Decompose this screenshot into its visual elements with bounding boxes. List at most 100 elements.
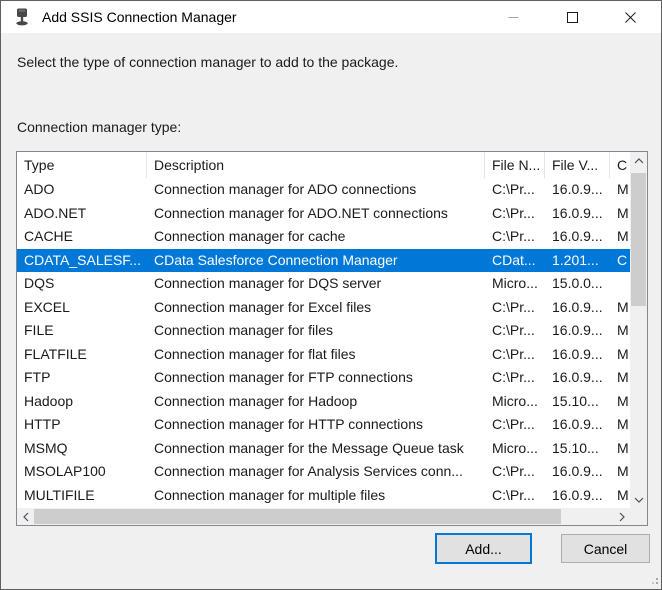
minimize-icon (508, 12, 519, 23)
cell-type: EXCEL (17, 296, 147, 320)
connection-manager-icon (14, 8, 30, 26)
table-row[interactable]: HTTPConnection manager for HTTP connecti… (17, 413, 630, 437)
cell-file_name: Micro... (485, 390, 545, 414)
cell-file_version: 16.0.9... (545, 178, 610, 202)
cell-file_version: 16.0.9... (545, 343, 610, 367)
scroll-down-button[interactable] (630, 491, 647, 508)
vertical-scroll-thumb[interactable] (631, 173, 646, 306)
cell-creator: M (610, 413, 630, 437)
add-button[interactable]: Add... (435, 533, 532, 564)
cell-description: Connection manager for multiple files (147, 484, 485, 508)
cell-type: MULTIFILE (17, 484, 147, 508)
table-row[interactable]: ADO.NETConnection manager for ADO.NET co… (17, 202, 630, 226)
cell-file_name: C:\Pr... (485, 484, 545, 508)
cell-file_version: 16.0.9... (545, 202, 610, 226)
table-row[interactable]: CACHEConnection manager for cacheC:\Pr..… (17, 225, 630, 249)
cell-description: Connection manager for cache (147, 225, 485, 249)
cell-file_version: 1.201... (545, 249, 610, 273)
scroll-right-button[interactable] (613, 508, 630, 525)
cell-file_version: 16.0.9... (545, 460, 610, 484)
cell-type: ADO.NET (17, 202, 147, 226)
cell-file_name: Micro... (485, 437, 545, 461)
cell-description: CData Salesforce Connection Manager (147, 249, 485, 273)
cell-file_version: 15.10... (545, 390, 610, 414)
vertical-scrollbar[interactable] (630, 152, 647, 508)
instruction-text: Select the type of connection manager to… (17, 54, 398, 70)
table-row[interactable]: CDATA_SALESF...CData Salesforce Connecti… (17, 249, 630, 273)
cell-file_version: 15.10... (545, 437, 610, 461)
list-label: Connection manager type: (17, 119, 181, 135)
table-row[interactable]: MSOLAP100Connection manager for Analysis… (17, 460, 630, 484)
cell-creator: M (610, 460, 630, 484)
minimize-button[interactable] (490, 1, 536, 33)
table-rows: ADOConnection manager for ADO connection… (17, 178, 630, 508)
table-row[interactable]: MULTIFILEConnection manager for multiple… (17, 484, 630, 508)
cell-file_name: C:\Pr... (485, 225, 545, 249)
cell-creator: M (610, 366, 630, 390)
cell-creator: M (610, 343, 630, 367)
cell-file_name: Micro... (485, 272, 545, 296)
cell-file_name: C:\Pr... (485, 178, 545, 202)
cell-creator: M (610, 484, 630, 508)
cell-creator (610, 272, 630, 296)
cell-description: Connection manager for ADO.NET connectio… (147, 202, 485, 226)
scrollbar-corner (630, 508, 647, 525)
table-row[interactable]: DQSConnection manager for DQS serverMicr… (17, 272, 630, 296)
cell-type: DQS (17, 272, 147, 296)
column-header-file-version[interactable]: File V... (545, 152, 610, 178)
table-row[interactable]: EXCELConnection manager for Excel filesC… (17, 296, 630, 320)
maximize-icon (567, 12, 578, 23)
cell-creator: M (610, 437, 630, 461)
cell-type: HTTP (17, 413, 147, 437)
cell-description: Connection manager for Analysis Services… (147, 460, 485, 484)
chevron-left-icon (23, 512, 29, 522)
table-row[interactable]: MSMQConnection manager for the Message Q… (17, 437, 630, 461)
cell-description: Connection manager for Excel files (147, 296, 485, 320)
cell-description: Connection manager for FTP connections (147, 366, 485, 390)
column-header-description[interactable]: Description (147, 152, 485, 178)
cell-type: MSOLAP100 (17, 460, 147, 484)
cell-type: FLATFILE (17, 343, 147, 367)
table-row[interactable]: FILEConnection manager for filesC:\Pr...… (17, 319, 630, 343)
cancel-button[interactable]: Cancel (561, 534, 650, 563)
cell-creator: M (610, 225, 630, 249)
cell-file_name: C:\Pr... (485, 296, 545, 320)
cell-description: Connection manager for HTTP connections (147, 413, 485, 437)
resize-grip[interactable] (649, 577, 659, 587)
close-icon (625, 12, 636, 23)
cell-file_name: CDat... (485, 249, 545, 273)
table-row[interactable]: ADOConnection manager for ADO connection… (17, 178, 630, 202)
add-ssis-connection-manager-dialog: Add SSIS Connection Manager Select the t… (0, 0, 662, 590)
cell-description: Connection manager for the Message Queue… (147, 437, 485, 461)
cell-creator: M (610, 390, 630, 414)
cell-file_version: 15.0.0... (545, 272, 610, 296)
cell-file_name: C:\Pr... (485, 202, 545, 226)
cell-file_name: C:\Pr... (485, 319, 545, 343)
cell-file_version: 16.0.9... (545, 413, 610, 437)
list-header: Type Description File N... File V... C (17, 152, 630, 178)
cell-file_name: C:\Pr... (485, 460, 545, 484)
maximize-button[interactable] (549, 1, 595, 33)
cell-description: Connection manager for ADO connections (147, 178, 485, 202)
cell-type: CACHE (17, 225, 147, 249)
table-row[interactable]: HadoopConnection manager for HadoopMicro… (17, 390, 630, 414)
cell-type: CDATA_SALESF... (17, 249, 147, 273)
close-button[interactable] (607, 1, 653, 33)
cell-description: Connection manager for files (147, 319, 485, 343)
column-header-file-name[interactable]: File N... (485, 152, 545, 178)
scroll-left-button[interactable] (17, 508, 34, 525)
column-header-creator[interactable]: C (610, 152, 630, 178)
horizontal-scrollbar[interactable] (17, 508, 630, 525)
cell-type: Hadoop (17, 390, 147, 414)
scroll-up-button[interactable] (630, 152, 647, 169)
horizontal-scroll-thumb[interactable] (34, 509, 561, 524)
column-header-type[interactable]: Type (17, 152, 147, 178)
cell-type: ADO (17, 178, 147, 202)
cell-file_name: C:\Pr... (485, 366, 545, 390)
title-bar[interactable]: Add SSIS Connection Manager (1, 1, 661, 33)
cell-creator: M (610, 202, 630, 226)
cell-file_version: 16.0.9... (545, 366, 610, 390)
cell-file_name: C:\Pr... (485, 413, 545, 437)
table-row[interactable]: FTPConnection manager for FTP connection… (17, 366, 630, 390)
table-row[interactable]: FLATFILEConnection manager for flat file… (17, 343, 630, 367)
